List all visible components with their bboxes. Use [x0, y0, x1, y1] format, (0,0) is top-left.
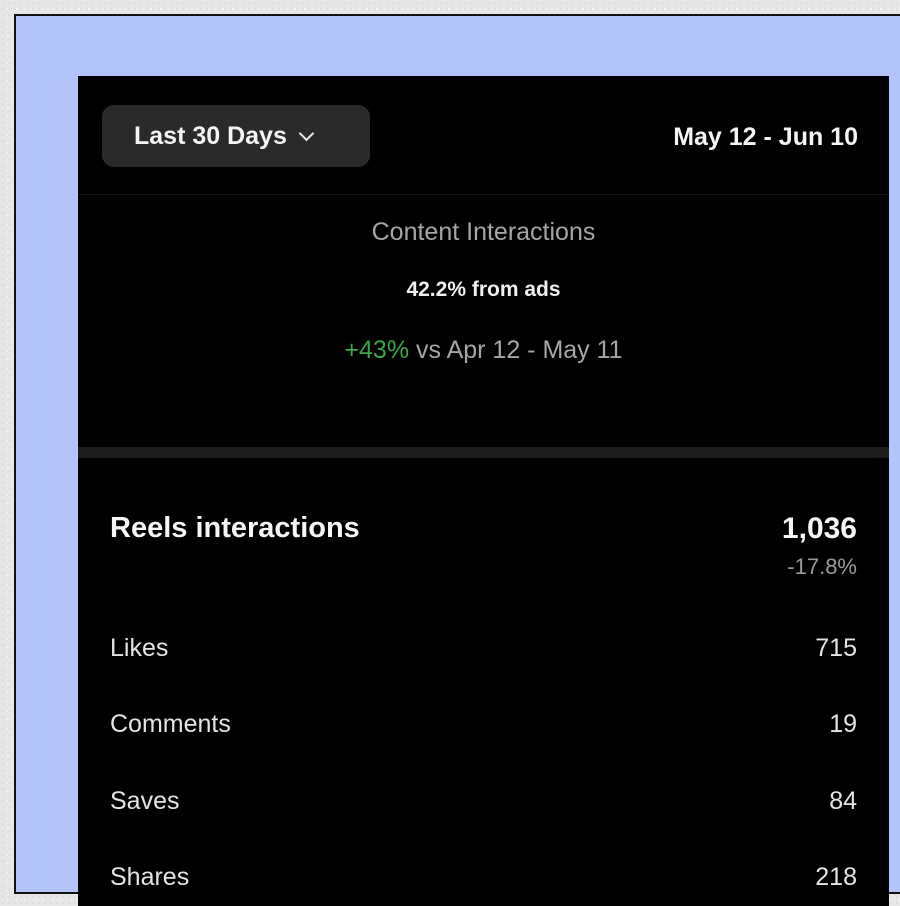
change-percentage: +43%: [344, 336, 410, 364]
metric-row-comments: Comments 19: [110, 706, 857, 742]
summary-title: Content Interactions: [371, 218, 596, 246]
metric-label: Comments: [110, 709, 231, 738]
comparison-period: vs Apr 12 - May 11: [409, 336, 623, 364]
metric-row-likes: Likes 715: [110, 630, 857, 666]
metric-value: 19: [829, 709, 857, 738]
metric-value: 715: [815, 633, 857, 662]
period-comparison: +43% vs Apr 12 - May 11: [78, 336, 889, 365]
metric-row-saves: Saves 84: [110, 783, 857, 819]
metric-value: 218: [815, 862, 857, 891]
content-interactions-summary: Content Interactions 42.2% from ads +43%…: [78, 194, 889, 447]
date-range-text: May 12 - Jun 10: [673, 123, 858, 151]
metric-row-shares: Shares 218: [110, 859, 857, 895]
metric-label: Likes: [110, 633, 169, 662]
ads-share-note: 42.2% from ads: [406, 278, 561, 301]
insights-header: Last 30 Days May 12 - Jun 10: [78, 76, 889, 195]
metric-value: 84: [829, 786, 857, 815]
section-divider: [78, 447, 889, 458]
metric-label: Saves: [110, 786, 180, 815]
screenshot-frame: Last 30 Days May 12 - Jun 10 Content Int…: [14, 14, 900, 906]
reels-interactions-change: -17.8%: [787, 554, 857, 579]
insights-panel: Last 30 Days May 12 - Jun 10 Content Int…: [78, 76, 889, 906]
reels-interactions-total: 1,036: [781, 512, 857, 545]
reels-interactions-title: Reels interactions: [110, 512, 360, 544]
date-range-dropdown-label: Last 30 Days: [134, 121, 287, 150]
chevron-down-icon: [298, 125, 315, 141]
date-range-dropdown[interactable]: Last 30 Days: [102, 105, 370, 167]
metric-label: Shares: [110, 862, 190, 891]
